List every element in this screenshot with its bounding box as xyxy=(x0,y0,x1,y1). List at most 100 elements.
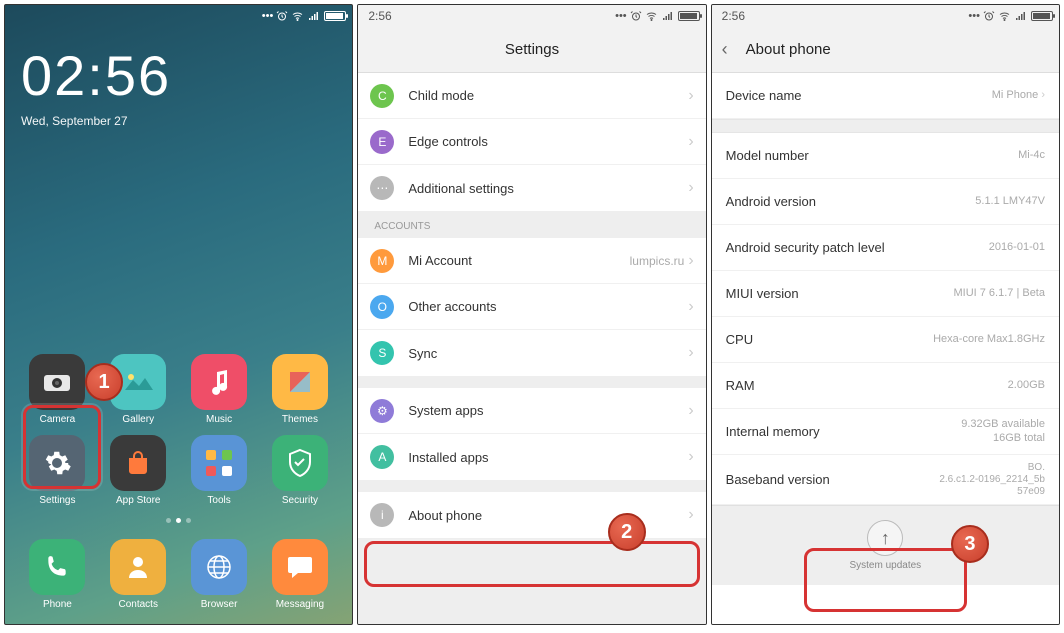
wifi-icon xyxy=(998,10,1011,22)
battery-icon xyxy=(678,11,700,21)
wifi-icon xyxy=(291,10,304,22)
signal-icon xyxy=(1014,10,1028,22)
row-system-apps[interactable]: ⚙System apps› xyxy=(358,388,705,434)
clock-date: Wed, September 27 xyxy=(21,114,336,128)
clock-widget: 02:56 Wed, September 27 xyxy=(5,27,352,132)
dock-messaging[interactable]: Messaging xyxy=(259,539,340,610)
row-edge-controls[interactable]: EEdge controls› xyxy=(358,119,705,165)
row-additional[interactable]: ⋯Additional settings› xyxy=(358,165,705,211)
status-dots: ••• xyxy=(968,10,980,22)
alarm-icon xyxy=(983,10,995,22)
app-camera[interactable]: Camera xyxy=(17,354,98,425)
section-accounts: ACCOUNTS xyxy=(358,211,705,238)
row-mi-account[interactable]: MMi Accountlumpics.ru› xyxy=(358,238,705,284)
phone-icon xyxy=(44,554,70,580)
chevron-right-icon: › xyxy=(688,402,693,420)
signal-icon xyxy=(307,10,321,22)
chevron-right-icon: › xyxy=(688,87,693,105)
contacts-icon xyxy=(126,554,150,580)
update-arrow-icon: ↑ xyxy=(867,520,903,556)
tools-icon xyxy=(202,446,236,480)
home-apps-row-2: Settings App Store Tools Security xyxy=(5,435,352,510)
row-about-phone[interactable]: iAbout phone› xyxy=(358,492,705,538)
chevron-right-icon: › xyxy=(688,252,693,270)
page-indicator xyxy=(5,510,352,531)
alarm-icon xyxy=(276,10,288,22)
about-body[interactable]: Device name Mi Phone › Model numberMi-4c… xyxy=(712,73,1059,624)
accounts-icon: O xyxy=(370,295,394,319)
signal-icon xyxy=(661,10,675,22)
app-security[interactable]: Security xyxy=(259,435,340,506)
about-header: ‹ About phone xyxy=(712,27,1059,73)
appstore-icon xyxy=(124,449,152,477)
row-child-mode[interactable]: CChild mode› xyxy=(358,73,705,119)
message-icon xyxy=(286,554,314,580)
row-miui-version[interactable]: MIUI versionMIUI 7 6.1.7 | Beta xyxy=(712,271,1059,317)
status-time: 2:56 xyxy=(364,9,391,23)
chevron-right-icon: › xyxy=(688,448,693,466)
dock: Phone Contacts Browser Messaging xyxy=(5,531,352,624)
status-bar: 2:56 ••• xyxy=(358,5,705,27)
row-security-patch[interactable]: Android security patch level2016-01-01 xyxy=(712,225,1059,271)
row-installed-apps[interactable]: AInstalled apps› xyxy=(358,434,705,480)
camera-icon xyxy=(43,372,71,392)
app-appstore[interactable]: App Store xyxy=(98,435,179,506)
dock-contacts[interactable]: Contacts xyxy=(98,539,179,610)
row-internal-memory[interactable]: Internal memory 9.32GB available16GB tot… xyxy=(712,409,1059,455)
row-sync[interactable]: SSync› xyxy=(358,330,705,376)
info-icon: i xyxy=(370,503,394,527)
dock-phone[interactable]: Phone xyxy=(17,539,98,610)
status-bar: ••• xyxy=(5,5,352,27)
status-bar: 2:56 ••• xyxy=(712,5,1059,27)
status-time: 2:56 xyxy=(718,9,745,23)
gear-icon xyxy=(42,448,72,478)
music-icon xyxy=(207,368,231,396)
mi-account-icon: M xyxy=(370,249,394,273)
chevron-right-icon: › xyxy=(1041,89,1045,101)
battery-icon xyxy=(324,11,346,21)
system-apps-icon: ⚙ xyxy=(370,399,394,423)
app-gallery[interactable]: Gallery xyxy=(98,354,179,425)
gallery-icon xyxy=(123,370,153,394)
row-other-accounts[interactable]: OOther accounts› xyxy=(358,284,705,330)
child-mode-icon: C xyxy=(370,84,394,108)
status-dots: ••• xyxy=(615,10,627,22)
home-apps-row-1: Camera Gallery Music Themes xyxy=(5,354,352,429)
app-tools[interactable]: Tools xyxy=(179,435,260,506)
homescreen: ••• 02:56 Wed, September 27 Camera Galle… xyxy=(4,4,353,625)
chevron-right-icon: › xyxy=(688,133,693,151)
settings-body[interactable]: CChild mode› EEdge controls› ⋯Additional… xyxy=(358,73,705,624)
row-baseband[interactable]: Baseband version BO.2.6.c1.2-0196_2214_5… xyxy=(712,455,1059,505)
wifi-icon xyxy=(645,10,658,22)
about-title: About phone xyxy=(746,41,831,58)
app-settings[interactable]: Settings xyxy=(17,435,98,506)
chevron-right-icon: › xyxy=(688,179,693,197)
more-icon: ⋯ xyxy=(370,176,394,200)
shield-icon xyxy=(287,448,313,478)
app-music[interactable]: Music xyxy=(179,354,260,425)
edge-icon: E xyxy=(370,130,394,154)
row-ram[interactable]: RAM2.00GB xyxy=(712,363,1059,409)
installed-apps-icon: A xyxy=(370,445,394,469)
chevron-right-icon: › xyxy=(688,344,693,362)
app-themes[interactable]: Themes xyxy=(259,354,340,425)
chevron-right-icon: › xyxy=(688,506,693,524)
row-device-name[interactable]: Device name Mi Phone › xyxy=(712,73,1059,119)
row-model[interactable]: Model numberMi-4c xyxy=(712,133,1059,179)
alarm-icon xyxy=(630,10,642,22)
status-dots: ••• xyxy=(262,10,274,22)
back-button[interactable]: ‹ xyxy=(722,39,728,60)
dock-browser[interactable]: Browser xyxy=(179,539,260,610)
chevron-right-icon: › xyxy=(688,298,693,316)
settings-header: Settings xyxy=(358,27,705,73)
themes-icon xyxy=(286,368,314,396)
sync-icon: S xyxy=(370,341,394,365)
clock-time: 02:56 xyxy=(21,43,336,108)
battery-icon xyxy=(1031,11,1053,21)
row-cpu[interactable]: CPUHexa-core Max1.8GHz xyxy=(712,317,1059,363)
system-updates[interactable]: ↑ System updates xyxy=(712,505,1059,585)
globe-icon xyxy=(205,553,233,581)
row-android-version[interactable]: Android version5.1.1 LMY47V xyxy=(712,179,1059,225)
settings-title: Settings xyxy=(505,41,559,58)
about-phone-screen: 2:56 ••• ‹ About phone Device name Mi Ph… xyxy=(711,4,1060,625)
